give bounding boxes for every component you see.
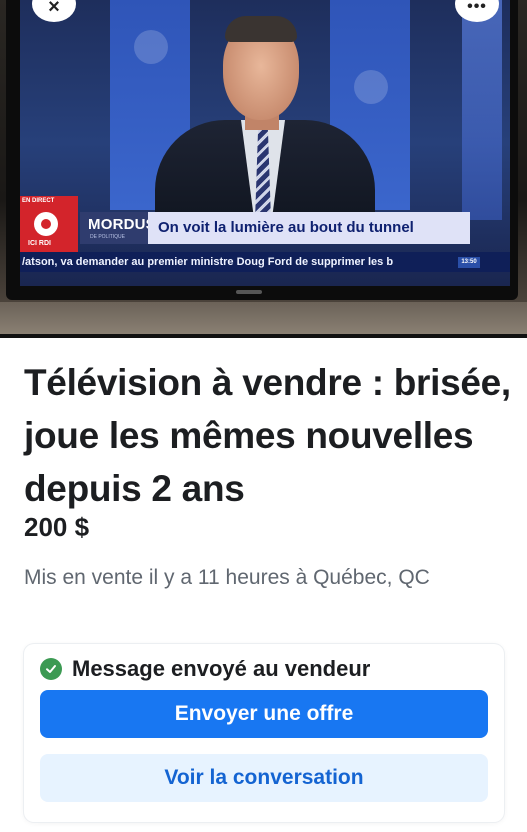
tv-frame: EN DIRECT ICI RDI MORDUS DE POLITIQUE On… — [6, 0, 518, 300]
crawl-time: 13:50 — [458, 257, 480, 268]
view-conversation-button[interactable]: Voir la conversation — [40, 754, 488, 802]
listing-price: 200 $ — [24, 512, 90, 542]
message-sent-label: Message envoyé au vendeur — [72, 656, 371, 681]
message-card: Message envoyé au vendeur Envoyer une of… — [24, 644, 504, 822]
tv-screen: EN DIRECT ICI RDI MORDUS DE POLITIQUE On… — [20, 0, 510, 286]
listing-photo[interactable]: EN DIRECT ICI RDI MORDUS DE POLITIQUE On… — [0, 0, 527, 334]
listing-title: Télévision à vendre : brisée, joue les m… — [24, 362, 511, 509]
presenter — [145, 8, 385, 220]
cbc-gem-icon — [34, 212, 58, 236]
tv-brand-logo — [236, 290, 262, 294]
tv-stand — [0, 302, 527, 334]
message-sent-row: Message envoyé au vendeur — [40, 656, 370, 682]
network-logo: EN DIRECT ICI RDI — [20, 196, 78, 252]
news-crawl: /atson, va demander au premier ministre … — [20, 252, 510, 272]
listing-meta: Mis en vente il y a 11 heures à Québec, … — [24, 566, 430, 589]
send-offer-button[interactable]: Envoyer une offre — [40, 690, 488, 738]
news-crawl-text: /atson, va demander au premier ministre … — [22, 256, 394, 268]
studio-light — [462, 0, 502, 220]
photo-divider — [0, 334, 527, 338]
live-tag: EN DIRECT — [22, 198, 55, 204]
broadcast-headline: On voit la lumière au bout du tunnel — [148, 212, 470, 244]
check-circle-icon — [40, 658, 62, 680]
show-subtitle: DE POLITIQUE — [90, 234, 126, 240]
network-name: ICI RDI — [28, 240, 51, 247]
